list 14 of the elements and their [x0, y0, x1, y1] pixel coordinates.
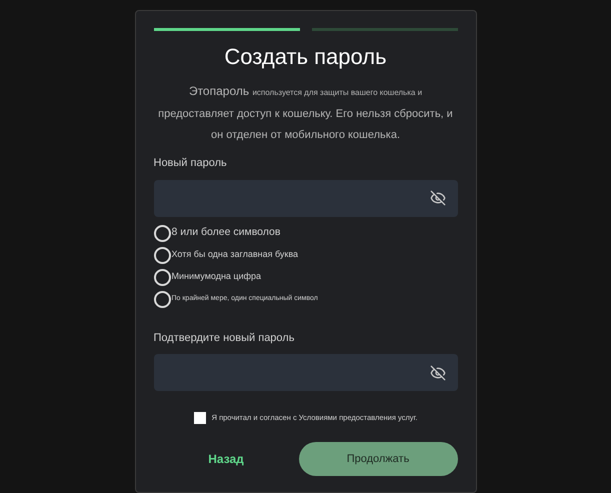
requirement-text: Минимумодна цифра	[172, 270, 262, 284]
continue-button[interactable]: Продолжать	[298, 442, 458, 476]
hide-password-icon[interactable]	[430, 364, 446, 380]
password-field[interactable]	[154, 180, 458, 216]
dialog-title: Создать пароль	[224, 43, 387, 71]
description: Этопароль используется для защиты вашего кошелька и предоставляет доступ к кошельку. Его нельзя сбросить, и он отделен от мобильного кошелька.	[157, 83, 454, 143]
back-button[interactable]: Назад	[154, 442, 298, 476]
field-label: Подтвердите новый пароль	[154, 330, 294, 346]
field-label: Новый пароль	[154, 156, 227, 171]
requirement-text: 8 или более символов	[172, 225, 280, 240]
password-field[interactable]	[154, 354, 458, 391]
hide-password-icon[interactable]	[430, 190, 446, 206]
requirement-text: Хотя бы одна заглавная буква	[172, 248, 298, 262]
terms-checkbox[interactable]	[194, 412, 206, 424]
